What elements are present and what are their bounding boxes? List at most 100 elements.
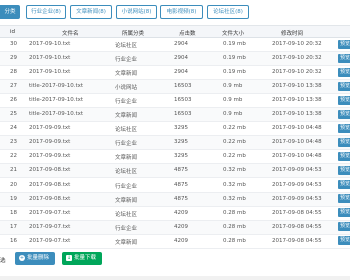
preview-button[interactable]: 预览 [338,236,350,246]
preview-button[interactable]: 预览 [338,151,350,161]
cell-hits: 3295 [174,153,188,160]
cell-hits: 16503 [174,83,192,90]
cell-filename: title-2017-09-10.txt [29,83,84,90]
cell-modified-time: 2017-09-10 13:38 [272,97,322,104]
cell-id: 16 [10,237,17,244]
cell-size: 0.22 mb [223,139,246,146]
cell-filename: 2017-09-10.txt [29,55,71,62]
preview-button[interactable]: 预览 [338,67,350,77]
header-modified-time[interactable]: 修改时间 [281,29,303,37]
preview-button[interactable]: 预览 [338,81,350,91]
cell-hits: 4209 [174,223,188,230]
cell-hits: 4875 [174,167,188,174]
category-industry-button[interactable]: 行业企业(8) [26,5,66,19]
cell-category: 文章新闻 [115,71,138,78]
cell-hits: 4875 [174,195,188,202]
category-forum-button[interactable]: 论坛社区(8) [207,5,249,19]
category-novel-button[interactable]: 小说网站(8) [116,5,157,19]
preview-button[interactable]: 预览 [338,194,350,204]
cell-filename: 2017-09-07.txt [29,223,71,230]
cell-filename: 2017-09-08.txt [29,167,71,174]
cell-id: 24 [10,125,17,132]
cell-modified-time: 2017-09-09 04:53 [272,195,322,202]
cell-size: 0.19 mb [223,69,246,76]
cell-filename: 2017-09-08.txt [29,181,71,188]
header-id[interactable]: id [10,29,15,35]
preview-button[interactable]: 预览 [338,53,350,63]
table-row: 20 2017-09-08.txt 行业企业 4875 0.32 mb 2017-09-0… [0,179,350,193]
cell-category: 文章新闻 [115,113,138,120]
cell-size: 0.22 mb [223,153,246,160]
preview-button[interactable]: 预览 [338,165,350,175]
cell-size: 0.19 mb [223,55,246,62]
cell-category: 论坛社区 [115,169,138,176]
cell-filename: 2017-09-07.txt [29,237,71,244]
cell-category: 行业企业 [115,57,138,64]
cell-modified-time: 2017-09-10 04:48 [272,139,322,146]
cell-id: 27 [10,83,17,90]
cell-modified-time: 2017-09-10 20:32 [272,55,322,62]
table-header: id 文件名 所属分类 点击数 文件大小 修改时间 [0,25,350,38]
cell-hits: 16503 [174,111,192,118]
cell-id: 30 [10,41,17,47]
table-row: 22 2017-09-09.txt 文章新闻 3295 0.22 mb 2017-09-1… [0,150,350,165]
header-size[interactable]: 文件大小 [222,29,244,37]
preview-button[interactable]: 预览 [338,109,350,119]
cell-hits: 2904 [174,41,188,47]
cell-filename: 2017-09-10.txt [29,41,71,47]
table-row: 30 2017-09-10.txt 论坛社区 2904 0.19 mb 2017-09-1… [0,38,350,53]
cell-id: 18 [10,209,17,216]
preview-button[interactable]: 预览 [338,137,350,147]
preview-button[interactable]: 预览 [338,208,350,218]
cell-category: 行业企业 [115,99,138,106]
preview-button[interactable]: 预览 [338,222,350,232]
header-hits[interactable]: 点击数 [179,29,196,37]
cell-id: 29 [10,55,17,62]
bulk-download-button[interactable]: ↓ 批量下载 [62,252,102,265]
category-movie-button[interactable]: 电影视频(8) [160,5,203,19]
table-row: 24 2017-09-09.txt 论坛社区 3295 0.22 mb 2017-09-1… [0,122,350,137]
table-row: 23 2017-09-09.txt 行业企业 3295 0.22 mb 2017-09-1… [0,136,350,151]
cell-category: 论坛社区 [115,211,138,218]
cell-size: 0.9 mb [223,97,243,104]
table-row: 16 2017-09-07.txt 文章新闻 4209 0.28 mb 2017-09-0… [0,235,350,249]
cell-size: 0.28 mb [223,209,246,216]
preview-button[interactable]: 预览 [338,95,350,105]
cell-size: 0.32 mb [223,167,246,174]
header-category[interactable]: 所属分类 [122,29,144,37]
cell-size: 0.22 mb [223,125,246,132]
cell-modified-time: 2017-09-09 04:53 [272,181,322,188]
preview-button[interactable]: 预览 [338,39,350,49]
cell-filename: 2017-09-09.txt [29,139,71,146]
category-all-button[interactable]: 分类 [0,5,20,19]
table-row: 29 2017-09-10.txt 行业企业 2904 0.19 mb 2017-09-1… [0,52,350,67]
horizontal-scrollbar[interactable] [0,276,350,280]
cell-modified-time: 2017-09-09 04:53 [272,167,322,174]
cell-size: 0.28 mb [223,237,246,244]
cell-id: 25 [10,111,17,118]
cell-category: 文章新闻 [115,155,138,162]
cell-hits: 4875 [174,181,188,188]
cell-category: 行业企业 [115,183,138,190]
cell-hits: 3295 [174,125,188,132]
category-article-button[interactable]: 文章新闻(8) [70,5,112,19]
cell-filename: title-2017-09-10.txt [29,97,84,104]
preview-button[interactable]: 预览 [338,123,350,133]
cell-modified-time: 2017-09-10 13:38 [272,83,322,90]
preview-button[interactable]: 预览 [338,180,350,189]
table-row: 25 title-2017-09-10.txt 文章新闻 16503 0.9 mb 201… [0,108,350,123]
table-row: 19 2017-09-08.txt 文章新闻 4875 0.32 mb 2017-09-0… [0,192,350,207]
cell-hits: 4209 [174,237,188,244]
cell-hits: 3295 [174,139,188,146]
category-filter-bar: 分类 行业企业(8) 文章新闻(8) 小说网站(8) 电影视频(8) 论坛社区(… [0,0,350,23]
table-row: 27 title-2017-09-10.txt 小说网站 16503 0.9 mb 201… [0,80,350,95]
header-filename[interactable]: 文件名 [62,29,79,37]
bulk-download-label: 批量下载 [74,255,97,261]
cell-modified-time: 2017-09-10 04:48 [272,153,322,160]
bulk-delete-button[interactable]: + 批量删除 [15,252,55,265]
cell-filename: 2017-09-09.txt [29,153,71,160]
bulk-delete-label: 批量删除 [27,255,50,261]
cell-id: 20 [10,181,17,188]
cell-hits: 2904 [174,55,188,62]
cell-id: 19 [10,195,17,202]
